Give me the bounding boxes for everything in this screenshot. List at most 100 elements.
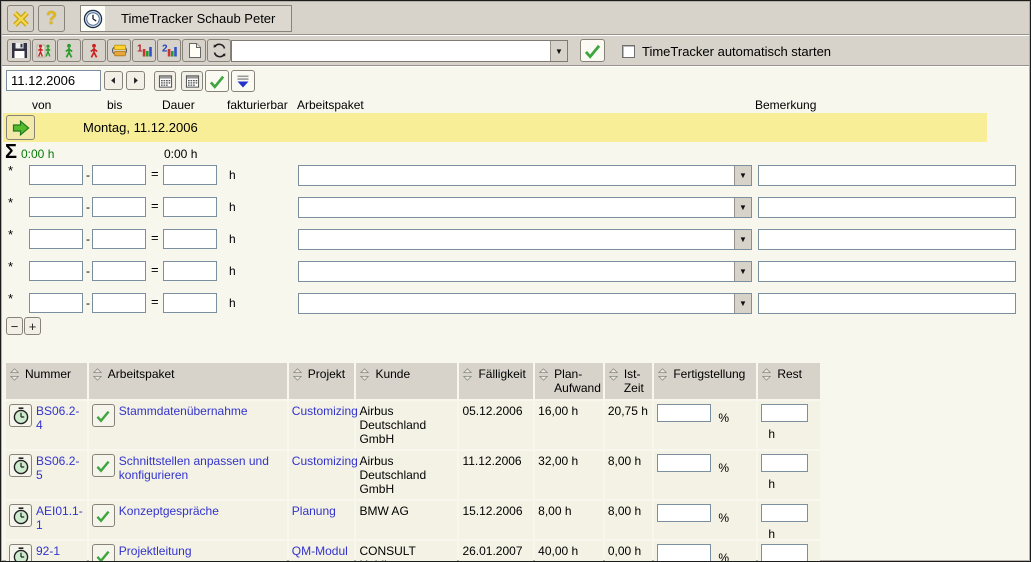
report-1-button[interactable]: 1 [132, 39, 156, 62]
column-header[interactable]: Plan-Aufwand [535, 363, 603, 399]
book-time-button[interactable] [92, 404, 115, 427]
bemerkung-input[interactable] [758, 165, 1016, 186]
time-to-input[interactable] [92, 197, 146, 217]
bemerkung-input[interactable] [758, 229, 1016, 250]
book-time-button[interactable] [92, 544, 115, 562]
sync-tasks-icon [111, 42, 128, 59]
duration-input[interactable] [163, 165, 217, 185]
projekt-link[interactable]: Customizing [292, 454, 358, 468]
fertigstellung-input[interactable] [657, 404, 711, 422]
save-button[interactable] [7, 39, 31, 62]
remove-row-button[interactable]: − [6, 317, 23, 335]
go-to-day-button[interactable] [6, 115, 35, 140]
next-day-button[interactable] [126, 71, 145, 90]
bemerkung-input[interactable] [758, 197, 1016, 218]
time-to-input[interactable] [92, 261, 146, 281]
check-icon [95, 549, 111, 562]
arbeitspaket-combobox[interactable]: ▼ [298, 261, 752, 282]
check-in-button[interactable] [57, 39, 81, 62]
report-1-number: 1 [137, 44, 143, 55]
arbeitspaket-combobox[interactable]: ▼ [298, 165, 752, 186]
column-header[interactable]: Fertigstellung [654, 363, 756, 399]
duration-input[interactable] [163, 293, 217, 313]
projekt-link[interactable]: QM-Modul [292, 544, 348, 558]
book-time-button[interactable] [92, 454, 115, 477]
toolbar-combobox-value [232, 41, 550, 61]
column-header[interactable]: Projekt [289, 363, 355, 399]
rest-input[interactable] [761, 544, 808, 562]
stopwatch-icon [12, 547, 30, 562]
time-to-input[interactable] [92, 165, 146, 185]
new-document-button[interactable] [182, 39, 206, 62]
date-input[interactable] [6, 70, 101, 91]
projekt-link[interactable]: Planung [292, 504, 336, 518]
time-from-input[interactable] [29, 197, 83, 217]
column-header[interactable]: Fälligkeit [459, 363, 533, 399]
nummer-link[interactable]: AEI01.1-1 [36, 504, 84, 532]
stopwatch-button[interactable] [9, 404, 32, 427]
arbeitspaket-link[interactable]: Konzeptgespräche [119, 504, 219, 518]
column-header[interactable]: Kunde [356, 363, 457, 399]
book-time-button[interactable] [92, 504, 115, 527]
rest-input[interactable] [761, 454, 808, 472]
team-in-out-button[interactable] [32, 39, 56, 62]
check-out-button[interactable] [82, 39, 106, 62]
stopwatch-button[interactable] [9, 504, 32, 527]
apply-button[interactable] [580, 39, 605, 62]
toolbar-combobox[interactable]: ▼ [231, 40, 568, 62]
chevron-down-icon[interactable]: ▼ [734, 166, 751, 185]
arbeitspaket-link[interactable]: Stammdatenübernahme [119, 404, 248, 418]
fertigstellung-input[interactable] [657, 454, 711, 472]
fertigstellung-input[interactable] [657, 504, 711, 522]
projekt-link[interactable]: Customizing [292, 404, 358, 418]
close-button[interactable] [7, 5, 34, 32]
chevron-down-icon[interactable]: ▼ [734, 230, 751, 249]
nummer-link[interactable]: BS06.2-5 [36, 454, 84, 482]
bemerkung-input[interactable] [758, 261, 1016, 282]
add-row-button[interactable]: + [24, 317, 41, 335]
report-2-button[interactable]: 2 [157, 39, 181, 62]
time-to-input[interactable] [92, 293, 146, 313]
autostart-checkbox[interactable] [622, 45, 635, 58]
help-button[interactable]: ? [38, 5, 65, 32]
time-from-input[interactable] [29, 165, 83, 185]
refresh-button[interactable] [207, 39, 231, 62]
calendar-button[interactable] [154, 71, 176, 91]
duration-input[interactable] [163, 197, 217, 217]
arbeitspaket-combobox[interactable]: ▼ [298, 229, 752, 250]
calendar-week-button[interactable] [181, 71, 203, 91]
confirm-date-button[interactable] [205, 70, 229, 92]
previous-day-button[interactable] [104, 71, 123, 90]
duration-input[interactable] [163, 229, 217, 249]
arbeitspaket-combobox[interactable]: ▼ [298, 197, 752, 218]
time-to-input[interactable] [92, 229, 146, 249]
arbeitspaket-link[interactable]: Schnittstellen anpassen und konfiguriere… [119, 454, 284, 482]
rest-input[interactable] [761, 504, 808, 522]
arbeitspaket-link[interactable]: Projektleitung [119, 544, 192, 558]
arbeitspaket-combobox[interactable]: ▼ [298, 293, 752, 314]
chevron-down-icon[interactable]: ▼ [734, 198, 751, 217]
stopwatch-button[interactable] [9, 544, 32, 562]
duration-input[interactable] [163, 261, 217, 281]
fertigstellung-input[interactable] [657, 544, 711, 562]
time-from-input[interactable] [29, 229, 83, 249]
rest-input[interactable] [761, 404, 808, 422]
chevron-down-icon[interactable]: ▼ [734, 262, 751, 281]
column-header[interactable]: Arbeitspaket [89, 363, 287, 399]
sync-tasks-button[interactable] [107, 39, 131, 62]
time-from-input[interactable] [29, 293, 83, 313]
filter-button[interactable] [231, 70, 255, 92]
chevron-down-icon[interactable]: ▼ [550, 41, 567, 61]
column-header[interactable]: Rest [758, 363, 820, 399]
column-header[interactable]: Ist-Zeit [605, 363, 652, 399]
nummer-link[interactable]: BS06.2-4 [36, 404, 84, 432]
column-header[interactable]: Nummer [6, 363, 87, 399]
content-area: von bis Dauer fakturierbar Arbeitspaket … [2, 67, 1029, 560]
time-from-input[interactable] [29, 261, 83, 281]
bemerkung-input[interactable] [758, 293, 1016, 314]
nummer-link[interactable]: 92-1 [36, 544, 60, 558]
hours-unit: h [768, 527, 775, 541]
chevron-down-icon[interactable]: ▼ [734, 294, 751, 313]
stopwatch-button[interactable] [9, 454, 32, 477]
equals-separator: = [151, 198, 159, 213]
